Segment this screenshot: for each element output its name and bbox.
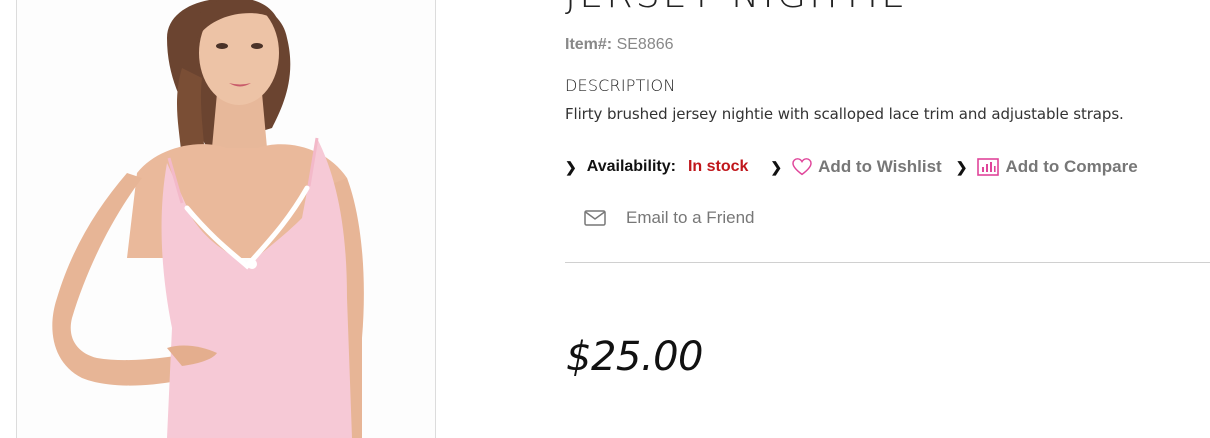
product-image[interactable] <box>16 0 436 438</box>
product-photo <box>17 0 435 438</box>
product-title: JERSEY NIGHTIE <box>565 0 908 16</box>
email-to-friend-link[interactable]: Email to a Friend <box>584 208 755 228</box>
availability-label: Availability: <box>586 158 676 175</box>
chevron-right-icon: ❯ <box>955 158 968 175</box>
chevron-right-icon: ❯ <box>565 158 577 175</box>
envelope-icon <box>584 210 606 226</box>
compare-label: Add to Compare <box>1005 157 1138 176</box>
section-divider <box>565 262 1210 263</box>
product-price: $25.00 <box>566 334 703 380</box>
description-text: Flirty brushed jersey nightie with scall… <box>565 105 1124 123</box>
item-number: Item#: SE8866 <box>565 36 674 54</box>
heart-outline-icon <box>792 158 812 176</box>
email-label: Email to a Friend <box>626 208 755 227</box>
chevron-right-icon: ❯ <box>770 158 783 175</box>
add-to-compare-link[interactable]: Add to Compare <box>977 157 1138 177</box>
wishlist-label: Add to Wishlist <box>818 157 942 176</box>
product-actions: ❯ Availability: In stock ❯ Add to Wishli… <box>565 156 1152 178</box>
bar-chart-icon <box>977 158 1000 176</box>
item-number-label: Item#: <box>565 36 613 53</box>
add-to-wishlist-link[interactable]: Add to Wishlist <box>792 157 942 177</box>
item-number-value: SE8866 <box>616 36 674 53</box>
availability-status: In stock <box>687 158 749 175</box>
description-heading: DESCRIPTION <box>565 76 676 95</box>
